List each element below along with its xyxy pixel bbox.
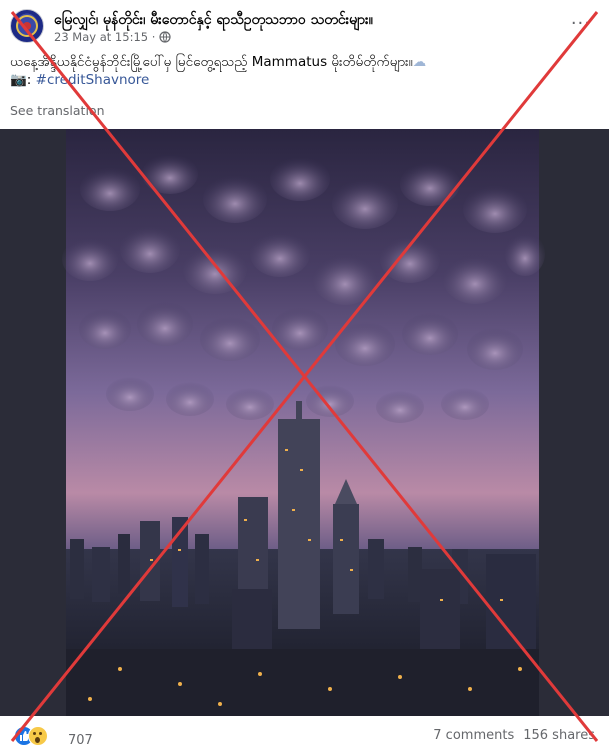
cross-out-overlay <box>10 11 599 742</box>
